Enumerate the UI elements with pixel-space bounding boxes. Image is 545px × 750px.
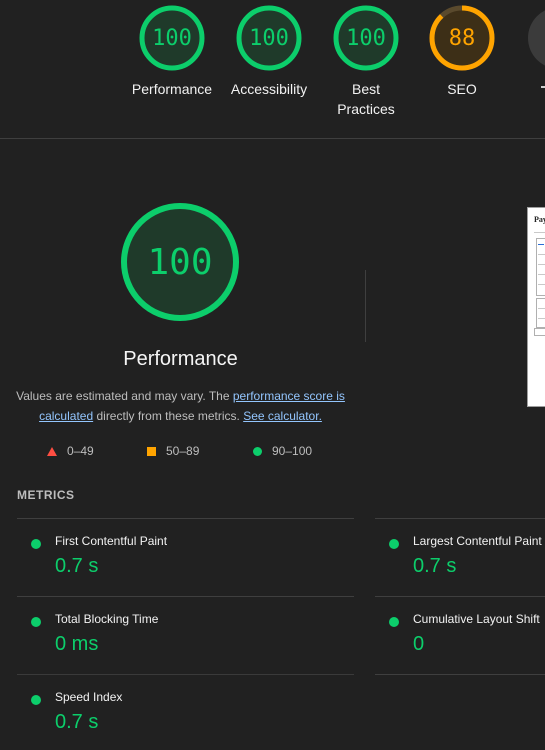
page-screenshot-preview[interactable]: Pay (527, 207, 545, 407)
metric-value: 0 (413, 633, 425, 655)
category-gauges: 100 Performance 100 Accessibility 100 Be… (0, 0, 545, 139)
preview-title: Pay (534, 215, 545, 224)
metric-total-blocking-time[interactable]: Total Blocking Time 0 ms (17, 596, 354, 675)
preview-box (536, 238, 545, 296)
seo-score: 88 (448, 25, 476, 51)
metric-value: 0 ms (55, 633, 99, 655)
description-prefix: Values are estimated and may vary. The (16, 389, 233, 403)
metrics-heading: METRICS (17, 488, 75, 502)
metric-speed-index[interactable]: Speed Index 0.7 s (17, 674, 354, 750)
score-legend: 0–49 50–89 90–100 (0, 444, 361, 460)
best-practices-label[interactable]: Best Practices (326, 79, 406, 119)
metric-name: First Contentful Paint (55, 534, 168, 548)
pwa-label-fragment (541, 86, 545, 88)
metric-value: 0.7 s (55, 711, 99, 733)
best-practices-gauge[interactable]: 100 (333, 5, 399, 71)
main-performance-title: Performance (123, 348, 238, 370)
pwa-gauge[interactable] (526, 5, 545, 71)
metric-name: Largest Contentful Paint (413, 534, 542, 548)
triangle-icon (47, 446, 57, 456)
legend-item-average: 50–89 (147, 444, 199, 458)
performance-score: 100 (152, 25, 192, 51)
preview-line (538, 318, 545, 319)
seo-label[interactable]: SEO (402, 79, 522, 99)
vertical-divider (365, 270, 366, 342)
preview-box (534, 328, 545, 336)
preview-line (538, 274, 545, 275)
pass-circle-icon (31, 695, 41, 705)
preview-line (538, 284, 545, 285)
accessibility-label[interactable]: Accessibility (209, 79, 329, 99)
accessibility-score: 100 (249, 25, 289, 51)
legend-average-range: 50–89 (166, 444, 200, 458)
see-calculator-link[interactable]: See calculator. (243, 409, 322, 423)
pwa-gauge-ring (528, 10, 545, 66)
metrics-row-divider (375, 674, 545, 675)
pass-circle-icon (389, 539, 399, 549)
preview-line (538, 244, 544, 245)
lighthouse-report: 100 Performance 100 Accessibility 100 Be… (0, 0, 545, 750)
description-mid: directly from these metrics. (93, 409, 244, 423)
score-description: Values are estimated and may vary. The p… (10, 386, 351, 426)
square-icon (147, 446, 156, 456)
preview-line (538, 264, 545, 265)
circle-icon (253, 446, 262, 456)
metric-name: Total Blocking Time (55, 612, 159, 626)
accessibility-gauge[interactable]: 100 (236, 5, 302, 71)
pass-circle-icon (389, 617, 399, 627)
metric-first-contentful-paint[interactable]: First Contentful Paint 0.7 s (17, 518, 354, 597)
metric-cumulative-layout-shift[interactable]: Cumulative Layout Shift 0 (375, 596, 545, 675)
legend-pass-range: 90–100 (272, 444, 313, 458)
legend-item-fail: 0–49 (47, 444, 94, 458)
preview-line (534, 232, 545, 233)
preview-line (538, 308, 545, 309)
preview-line (538, 254, 545, 255)
pass-circle-icon (31, 617, 41, 627)
metric-value: 0.7 s (413, 555, 457, 577)
legend-item-pass: 90–100 (253, 444, 312, 458)
preview-box (536, 298, 545, 328)
main-performance-score: 100 (147, 241, 213, 283)
legend-fail-range: 0–49 (67, 444, 94, 458)
gauge-strip-divider (0, 138, 545, 139)
main-performance-gauge: 100 (120, 202, 240, 322)
metric-value: 0.7 s (55, 555, 99, 577)
metric-name: Cumulative Layout Shift (413, 612, 540, 626)
metric-name: Speed Index (55, 690, 123, 704)
performance-gauge[interactable]: 100 (139, 5, 205, 71)
metric-largest-contentful-paint[interactable]: Largest Contentful Paint 0.7 s (375, 518, 545, 597)
seo-gauge[interactable]: 88 (429, 5, 495, 71)
pass-circle-icon (31, 539, 41, 549)
best-practices-score: 100 (346, 25, 386, 51)
